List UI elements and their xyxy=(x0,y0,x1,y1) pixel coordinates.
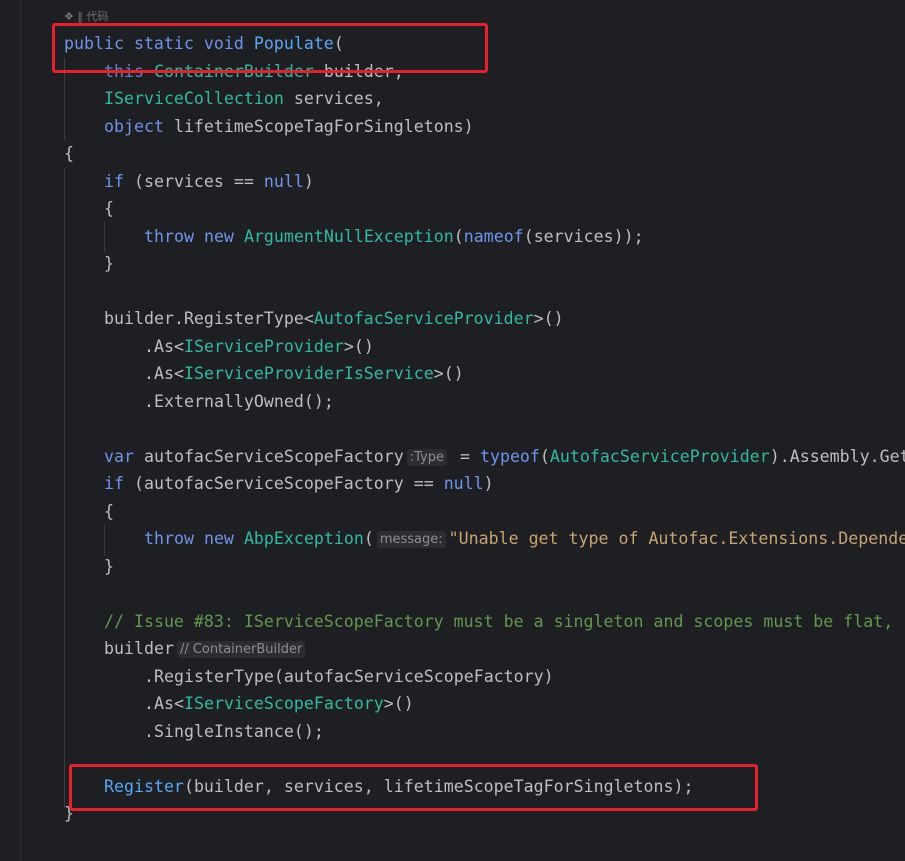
code-line-param-lifetime[interactable]: object lifetimeScopeTagForSingletons) xyxy=(104,115,474,139)
method-call: RegisterType xyxy=(183,309,304,328)
code-line-builder[interactable]: builder// ContainerBuilder xyxy=(104,637,308,661)
gutter-divider xyxy=(20,0,21,861)
code-line-param-services[interactable]: IServiceCollection services, xyxy=(104,87,384,111)
highlight-box-signature xyxy=(52,23,488,73)
inlay-type-hint[interactable]: :Type xyxy=(406,449,447,466)
identifier: autofacServiceScopeFactory xyxy=(283,667,544,686)
type-name: IServiceScopeFactory xyxy=(183,694,384,713)
param-type: IServiceCollection xyxy=(104,89,284,108)
member-access: .Assembly.Get xyxy=(779,447,905,466)
identifier: builder xyxy=(104,309,174,328)
code-editor[interactable]: ❖ ‖ 代码 public static void Populate( this… xyxy=(0,0,905,861)
string-literal: "Unable get type of Autofac.Extensions.D… xyxy=(448,529,905,548)
keyword-throw: throw xyxy=(144,529,194,548)
method-call: As xyxy=(154,694,174,713)
type-name: IServiceProvider xyxy=(183,337,344,356)
keyword-typeof: typeof xyxy=(479,447,540,466)
identifier: services xyxy=(533,227,614,246)
keyword-if: if xyxy=(104,172,124,191)
identifier: services xyxy=(143,172,224,191)
inlay-type-hint[interactable]: // ContainerBuilder xyxy=(176,641,306,658)
code-line-throw-abp[interactable]: throw new AbpException(message: "Unable g… xyxy=(144,527,905,551)
keyword-throw: throw xyxy=(144,227,194,246)
method-call: RegisterType xyxy=(154,667,274,686)
code-line-open-brace[interactable]: { xyxy=(64,142,74,166)
keyword-null: null xyxy=(443,474,484,493)
code-line-register-type[interactable]: builder.RegisterType<AutofacServiceProvi… xyxy=(104,307,564,331)
code-line-var-factory[interactable]: var autofacServiceScopeFactory:Type = ty… xyxy=(104,445,905,469)
code-line-as-provider-is-service[interactable]: .As<IServiceProviderIsService>() xyxy=(144,362,464,386)
method-call: ExternallyOwned xyxy=(154,392,304,411)
code-line-throw-argnull[interactable]: throw new ArgumentNullException(nameof(s… xyxy=(144,225,644,249)
type-name: AutofacServiceProvider xyxy=(549,447,770,466)
keyword-new: new xyxy=(203,529,234,548)
param-name: services xyxy=(293,89,374,108)
identifier: builder xyxy=(104,639,174,658)
indent-guide xyxy=(104,525,105,555)
code-line-as-scope-factory[interactable]: .As<IServiceScopeFactory>() xyxy=(144,692,414,716)
highlight-box-register-call xyxy=(69,764,758,811)
identifier: autofacServiceScopeFactory xyxy=(143,474,404,493)
indent-guide xyxy=(104,222,105,252)
inlay-parameter-hint[interactable]: message: xyxy=(376,531,446,548)
comment: // Issue #83: IServiceScopeFactory must … xyxy=(104,612,894,631)
identifier: autofacServiceScopeFactory xyxy=(143,447,404,466)
code-line-brace[interactable]: { xyxy=(104,500,114,524)
param-type: object xyxy=(104,117,164,136)
keyword-nameof: nameof xyxy=(463,227,524,246)
keyword-new: new xyxy=(203,227,234,246)
code-vision-hint[interactable]: ❖ ‖ 代码 xyxy=(64,8,108,24)
code-line-comment[interactable]: // Issue #83: IServiceScopeFactory must … xyxy=(104,610,893,634)
code-line-if-factory[interactable]: if (autofacServiceScopeFactory == null) xyxy=(104,472,494,496)
type-name: AutofacServiceProvider xyxy=(313,309,534,328)
method-call: As xyxy=(154,337,174,356)
method-call: As xyxy=(154,364,174,383)
param-name: lifetimeScopeTagForSingletons xyxy=(173,117,464,136)
code-line-single-instance[interactable]: .SingleInstance(); xyxy=(144,720,324,744)
type-name: IServiceProviderIsService xyxy=(183,364,434,383)
method-call: SingleInstance xyxy=(154,722,294,741)
keyword-null: null xyxy=(263,172,304,191)
code-line-as-provider[interactable]: .As<IServiceProvider>() xyxy=(144,335,374,359)
type-name: AbpException xyxy=(243,529,364,548)
code-line-if-services[interactable]: if (services == null) xyxy=(104,170,314,194)
code-line-register-factory[interactable]: .RegisterType(autofacServiceScopeFactory… xyxy=(144,665,554,689)
code-line-brace[interactable]: } xyxy=(104,555,114,579)
code-line-brace[interactable]: } xyxy=(104,252,114,276)
indent-guide xyxy=(64,168,65,808)
code-line-brace[interactable]: { xyxy=(104,197,114,221)
keyword-var: var xyxy=(104,447,134,466)
keyword-if: if xyxy=(104,474,124,493)
type-name: ArgumentNullException xyxy=(243,227,454,246)
code-line-externally-owned[interactable]: .ExternallyOwned(); xyxy=(144,390,334,414)
